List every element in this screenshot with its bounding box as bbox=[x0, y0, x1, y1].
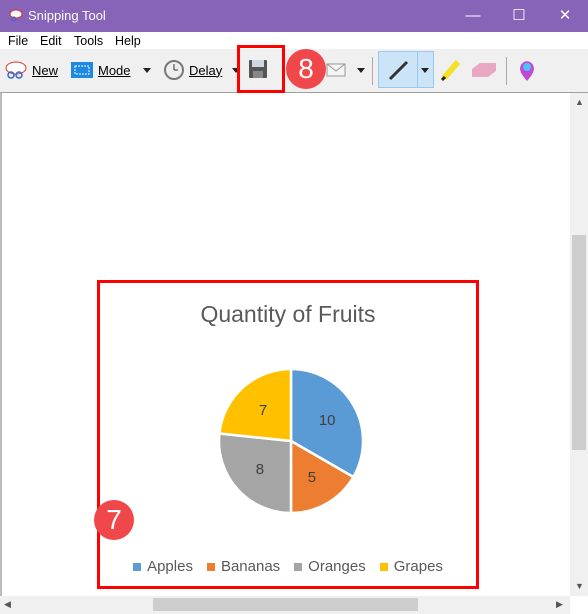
legend-label: Oranges bbox=[308, 558, 366, 575]
snipping-tool-icon bbox=[9, 9, 23, 22]
data-label: 7 bbox=[259, 402, 267, 419]
legend-swatch bbox=[206, 562, 215, 571]
menu-bar: File Edit Tools Help bbox=[0, 32, 588, 49]
scroll-down-arrow[interactable]: ▼ bbox=[575, 581, 584, 591]
highlighter-icon[interactable] bbox=[440, 58, 462, 82]
minimize-button[interactable]: — bbox=[450, 0, 496, 32]
data-label: 5 bbox=[308, 469, 316, 486]
toolbar: New Mode Delay 8 bbox=[0, 45, 588, 93]
new-button[interactable]: New bbox=[5, 60, 58, 80]
step-8-badge: 8 bbox=[286, 49, 326, 89]
delay-label: Delay bbox=[189, 62, 223, 78]
data-label: 8 bbox=[256, 461, 264, 478]
chart-legend: Apples Bananas Oranges Grapes bbox=[100, 558, 476, 575]
pen-icon bbox=[388, 60, 409, 81]
send-email-icon[interactable] bbox=[326, 62, 346, 78]
vertical-scroll-thumb[interactable] bbox=[572, 235, 586, 450]
snip-canvas: Quantity of Fruits 10 5 8 7 Apples Bananas Or… bbox=[0, 93, 570, 596]
pen-dropdown-arrow[interactable] bbox=[421, 68, 429, 73]
legend-swatch bbox=[294, 562, 303, 571]
legend-swatch bbox=[379, 562, 388, 571]
legend-item: Grapes bbox=[379, 558, 443, 575]
chart-highlight: Quantity of Fruits 10 5 8 7 Apples Bananas Or… bbox=[97, 280, 479, 589]
toolbar-separator bbox=[506, 57, 507, 85]
legend-item: Bananas bbox=[206, 558, 281, 575]
horizontal-scroll-thumb[interactable] bbox=[153, 598, 418, 611]
scissors-icon bbox=[5, 61, 27, 79]
close-button[interactable]: ✕ bbox=[542, 0, 588, 32]
menu-file[interactable]: File bbox=[8, 34, 28, 48]
save-icon[interactable] bbox=[249, 60, 267, 78]
pie-slice-grapes bbox=[218, 367, 293, 443]
mode-button[interactable]: Mode bbox=[71, 62, 131, 78]
mode-dropdown-arrow[interactable] bbox=[143, 68, 151, 73]
new-label: New bbox=[32, 62, 59, 78]
mode-label: Mode bbox=[98, 62, 131, 78]
title-bar: Snipping Tool — ☐ ✕ bbox=[0, 0, 588, 32]
delay-button[interactable]: Delay bbox=[164, 60, 222, 80]
legend-label: Bananas bbox=[220, 558, 281, 575]
send-dropdown-arrow[interactable] bbox=[357, 68, 365, 73]
maximize-button[interactable]: ☐ bbox=[496, 0, 542, 32]
pie-chart: 10 5 8 7 bbox=[217, 367, 365, 515]
legend-item: Oranges bbox=[294, 558, 366, 575]
menu-help[interactable]: Help bbox=[115, 34, 141, 48]
eraser-icon[interactable] bbox=[470, 61, 498, 79]
scroll-left-arrow[interactable]: ◀ bbox=[4, 599, 11, 610]
menu-tools[interactable]: Tools bbox=[74, 34, 103, 48]
legend-swatch bbox=[133, 562, 142, 571]
rectangle-mode-icon bbox=[71, 62, 93, 78]
pen-button[interactable] bbox=[378, 51, 434, 88]
menu-edit[interactable]: Edit bbox=[40, 34, 62, 48]
scroll-right-arrow[interactable]: ▶ bbox=[556, 599, 563, 610]
data-label: 10 bbox=[319, 412, 336, 429]
step-7-badge: 7 bbox=[94, 500, 134, 540]
scroll-up-arrow[interactable]: ▲ bbox=[575, 97, 584, 107]
toolbar-separator bbox=[372, 57, 373, 85]
clock-icon bbox=[164, 60, 184, 80]
legend-item: Apples bbox=[133, 558, 193, 575]
legend-label: Grapes bbox=[393, 558, 443, 575]
paint3d-icon[interactable] bbox=[518, 59, 536, 83]
legend-label: Apples bbox=[147, 558, 193, 575]
window-title: Snipping Tool bbox=[28, 8, 106, 23]
